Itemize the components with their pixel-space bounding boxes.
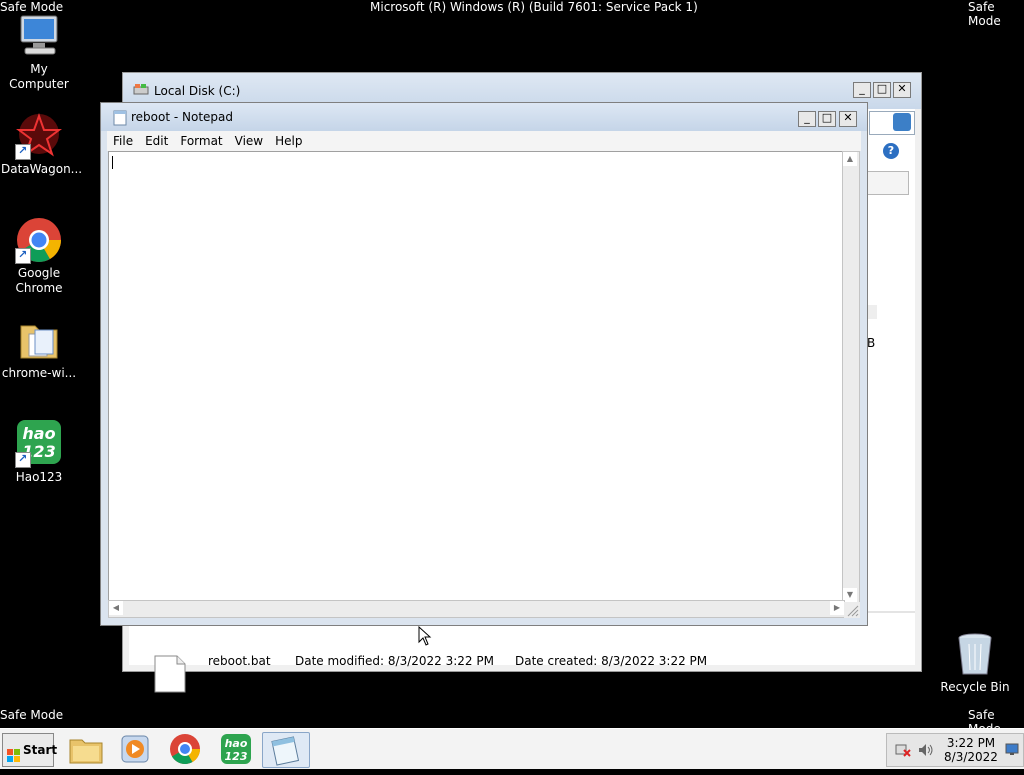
desktop-icon-label: Google Chrome: [15, 266, 63, 295]
search-icon[interactable]: [893, 113, 911, 131]
desktop-icon-label: chrome-wi...: [1, 366, 77, 380]
clock[interactable]: 3:22 PM 8/3/2022: [941, 736, 1001, 764]
explorer-size-text: B: [867, 336, 876, 350]
computer-icon: [15, 12, 63, 60]
notepad-text-area[interactable]: [108, 151, 845, 603]
desktop-icon-label: DataWagon...: [1, 162, 83, 176]
network-icon[interactable]: [895, 742, 911, 761]
clock-time: 3:22 PM: [946, 736, 996, 750]
details-date-created: Date created: 8/3/2022 3:22 PM: [515, 654, 708, 668]
details-type: Text Document: [208, 674, 299, 688]
scroll-right-arrow-icon[interactable]: ▶: [830, 601, 844, 615]
text-cursor: [112, 156, 113, 169]
volume-icon[interactable]: [917, 742, 935, 761]
svg-text:123: 123: [225, 750, 248, 763]
explorer-title: Local Disk (C:): [154, 84, 241, 98]
recycle-bin-icon: [951, 630, 999, 678]
clock-date: 8/3/2022: [944, 750, 998, 764]
shortcut-arrow-icon: [15, 451, 31, 468]
menu-edit[interactable]: Edit: [139, 131, 174, 151]
taskbar-explorer-button[interactable]: [64, 732, 108, 766]
notepad-title-bar[interactable]: reboot - Notepad _ □ ✕: [101, 103, 867, 131]
explorer-column-header[interactable]: [863, 171, 909, 195]
svg-text:hao: hao: [225, 737, 248, 750]
taskbar-hao123-button[interactable]: hao 123: [214, 732, 258, 766]
details-size: Size: 0 bytes: [350, 674, 427, 688]
notepad-minimize-button[interactable]: _: [798, 111, 816, 127]
resize-grip[interactable]: [844, 602, 860, 618]
menu-format[interactable]: Format: [174, 131, 228, 151]
menu-view[interactable]: View: [229, 131, 269, 151]
explorer-minimize-button[interactable]: _: [853, 82, 871, 98]
system-tray: 3:22 PM 8/3/2022: [886, 733, 1024, 767]
desktop-icon-hao123[interactable]: hao123 Hao123: [1, 420, 77, 485]
drive-icon: [133, 82, 149, 101]
taskbar-notepad-button[interactable]: [262, 732, 310, 768]
desktop-icon-label: My Computer: [9, 62, 69, 91]
notepad-maximize-button[interactable]: □: [818, 111, 836, 127]
desktop-icon-label: Recycle Bin: [940, 680, 1010, 694]
scroll-up-arrow-icon[interactable]: ▲: [843, 152, 857, 166]
explorer-maximize-button[interactable]: □: [873, 82, 891, 98]
notepad-window[interactable]: reboot - Notepad _ □ ✕ File Edit Format Vie…: [100, 102, 868, 626]
taskbar-media-player-button[interactable]: [114, 732, 158, 766]
scroll-down-arrow-icon[interactable]: ▼: [843, 588, 857, 602]
horizontal-scrollbar[interactable]: ◀ ▶: [108, 600, 845, 618]
notepad-close-button[interactable]: ✕: [839, 111, 857, 127]
details-filename: reboot.bat: [208, 654, 271, 668]
text-document-icon: [153, 655, 187, 696]
desktop-icon-my-computer[interactable]: My Computer: [1, 12, 77, 92]
menu-help[interactable]: Help: [269, 131, 308, 151]
desktop-icon-chrome-folder[interactable]: chrome-wi...: [1, 316, 77, 381]
hao123-icon: hao 123: [15, 420, 63, 468]
desktop-icon-datawagon[interactable]: DataWagon...: [1, 112, 83, 177]
taskbar-chrome-button[interactable]: [164, 732, 208, 766]
desktop-icon-recycle-bin[interactable]: Recycle Bin: [937, 630, 1013, 695]
svg-text:hao: hao: [22, 424, 55, 443]
os-build-banner: Microsoft (R) Windows (R) (Build 7601: S…: [370, 0, 698, 14]
datawagon-icon: [15, 112, 63, 160]
notepad-icon: [113, 110, 127, 129]
notepad-menu-bar: File Edit Format View Help: [107, 131, 861, 151]
vertical-scrollbar[interactable]: ▲ ▼: [842, 151, 860, 603]
safe-mode-label-bottom-left: Safe Mode: [0, 708, 64, 722]
explorer-close-button[interactable]: ✕: [893, 82, 911, 98]
shortcut-arrow-icon: [15, 247, 31, 264]
desktop-icon-google-chrome[interactable]: Google Chrome: [1, 216, 77, 296]
menu-file[interactable]: File: [107, 131, 139, 151]
safe-mode-label-top-right: Safe Mode: [968, 0, 1001, 28]
mouse-cursor-icon: [418, 625, 432, 649]
taskbar: Start hao 123 3:22 PM 8/3/2022: [0, 728, 1024, 769]
help-icon[interactable]: ?: [883, 143, 899, 159]
windows-logo-icon: [7, 743, 21, 775]
chrome-icon: [15, 216, 63, 264]
folder-icon: [15, 316, 63, 364]
shortcut-arrow-icon: [15, 143, 31, 160]
notepad-title: reboot - Notepad: [131, 110, 234, 124]
start-label: Start: [23, 743, 58, 757]
start-button[interactable]: Start: [2, 733, 58, 767]
show-desktop-icon[interactable]: [1005, 742, 1019, 759]
details-date-modified: Date modified: 8/3/2022 3:22 PM: [295, 654, 494, 668]
desktop-icon-label: Hao123: [15, 470, 63, 484]
scroll-left-arrow-icon[interactable]: ◀: [109, 601, 123, 615]
